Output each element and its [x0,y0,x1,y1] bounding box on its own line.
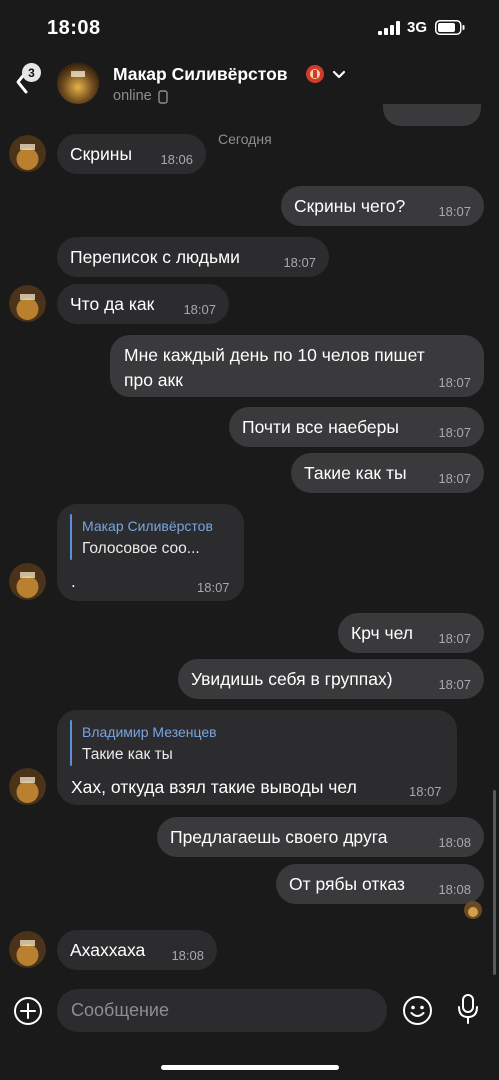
message-time: 18:07 [197,580,230,595]
message-text: Такие как ты [304,462,407,483]
message-text: Скрины чего? [294,195,406,216]
message-bubble[interactable]: Скрины 18:06 [57,134,206,174]
microphone-icon[interactable] [455,993,481,1025]
reply-quote: Голосовое соо... [82,540,200,557]
unread-badge: 3 [22,63,41,82]
message-bubble[interactable]: Такие как ты 18:07 [291,453,484,493]
message-text: Почти все наеберы [242,416,399,437]
club-crest-icon [306,65,324,83]
message-text: Увидишь себя в группах) [191,668,393,689]
reply-author: Макар Силивёрстов [82,518,213,534]
message-time: 18:07 [438,677,471,692]
message-bubble[interactable]: Крч чел 18:07 [338,613,484,653]
phone-device-icon [158,90,168,104]
message-bubble[interactable]: Почти все наеберы 18:07 [229,407,484,447]
emoji-icon[interactable] [402,995,433,1026]
message-text-line: про акк [124,370,183,390]
chevron-down-icon[interactable] [332,68,346,82]
message-bubble[interactable]: Скрины чего? 18:07 [281,186,484,226]
signal-icon [378,21,400,35]
message-time: 18:08 [438,835,471,850]
message-bubble[interactable]: Мне каждый день по 10 челов пишет про ак… [110,335,484,397]
message-bubble[interactable]: Переписок с людьми 18:07 [57,237,329,277]
message-bubble[interactable]: Что да как 18:07 [57,284,229,324]
avatar[interactable] [9,768,46,805]
plus-circle-icon[interactable] [13,996,43,1026]
message-time: 18:08 [171,948,204,963]
message-time: 18:07 [438,375,471,390]
message-text: Что да как [70,293,155,314]
home-indicator[interactable] [161,1065,339,1070]
read-receipt-avatar [464,901,482,919]
reply-accent-bar [70,720,72,766]
message-time: 18:07 [409,784,442,799]
date-separator: Сегодня [218,131,272,147]
message-text: Ахаххаха [70,939,146,960]
reply-author: Владимир Мезенцев [82,724,217,740]
message-time: 18:08 [438,882,471,897]
message-bubble[interactable]: Увидишь себя в группах) 18:07 [178,659,484,699]
message-text: Крч чел [351,622,414,643]
network-type: 3G [407,19,428,36]
contact-status: online [113,88,152,104]
message-text: . [71,572,76,591]
reply-accent-bar [70,514,72,560]
reply-quote: Такие как ты [82,746,173,763]
avatar[interactable] [57,62,99,104]
avatar[interactable] [9,135,46,172]
message-text: От рябы отказ [289,873,405,894]
message-bubble[interactable]: Предлагаешь своего друга 18:08 [157,817,484,857]
message-time: 18:07 [438,204,471,219]
message-time: 18:07 [438,471,471,486]
message-time: 18:07 [438,425,471,440]
contact-name[interactable]: Макар Силивёрстов [113,64,288,85]
message-bubble[interactable]: Ахаххаха 18:08 [57,930,217,970]
message-input-placeholder: Сообщение [71,1000,169,1020]
message-bubble[interactable]: От рябы отказ 18:08 [276,864,484,904]
message-time: 18:07 [183,302,216,317]
scrollbar[interactable] [493,790,496,975]
message-text: Хах, откуда взял такие выводы чел [71,777,357,797]
avatar[interactable] [9,931,46,968]
message-time: 18:07 [283,255,316,270]
battery-icon [435,20,465,35]
avatar[interactable] [9,285,46,322]
previous-message-edge [383,104,481,126]
message-text-line: Мне каждый день по 10 челов пишет [124,345,425,365]
message-text: Скрины [70,143,133,164]
message-time: 18:06 [160,152,193,167]
message-text: Переписок с людьми [70,246,240,267]
message-text: Предлагаешь своего друга [170,826,388,847]
message-time: 18:07 [438,631,471,646]
avatar[interactable] [9,563,46,600]
status-time: 18:08 [47,17,101,39]
